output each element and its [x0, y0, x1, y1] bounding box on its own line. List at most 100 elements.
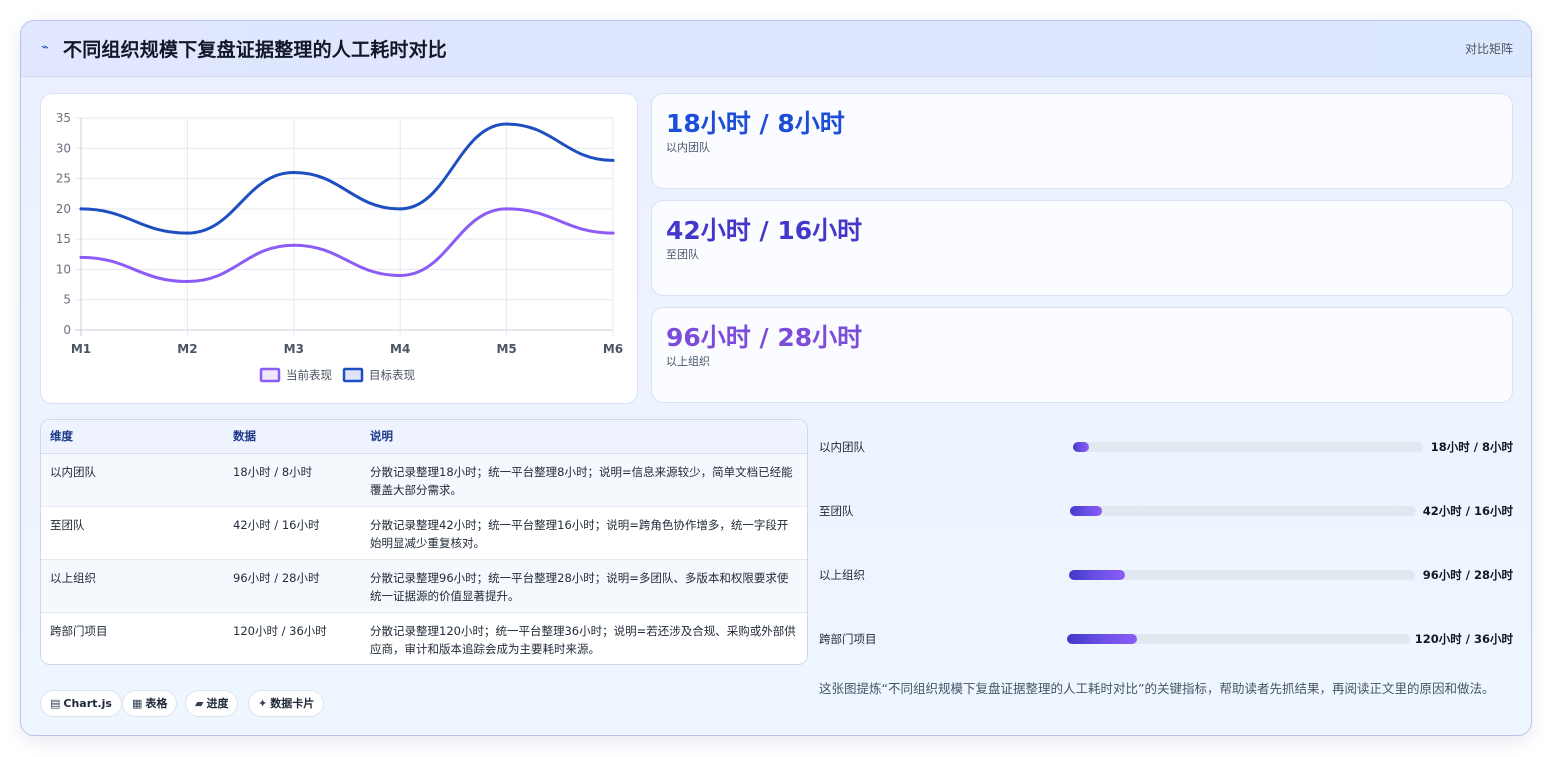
column-header-dimension: 维度	[41, 420, 224, 454]
progress-row: 以内团队 18小时 / 8小时	[819, 437, 1513, 457]
y-tick-label: 0	[63, 323, 71, 337]
y-tick-label: 30	[56, 141, 71, 155]
progress-track	[1067, 634, 1410, 644]
cell-data: 120小时 / 36小时	[224, 612, 361, 664]
y-tick-label: 15	[56, 232, 71, 246]
data-point	[611, 231, 615, 235]
line-chart-panel: 0 5 10 15 20 25 30 35 M1 M2 M3 M4 M5 M6 当前表现 目标表现	[40, 93, 638, 404]
series-line-current	[79, 207, 615, 284]
data-point	[292, 171, 296, 175]
progress-track	[1073, 442, 1423, 452]
cell-data: 96小时 / 28小时	[224, 559, 361, 613]
column-header-description: 说明	[361, 420, 807, 454]
kpi-label: 以上组织	[666, 355, 710, 368]
table-row: 以上组织 96小时 / 28小时 分散记录整理96小时；统一平台整理28小时；说…	[41, 559, 807, 613]
cell-description: 分散记录整理96小时；统一平台整理28小时；说明=多团队、多版本和权限要求使统一…	[361, 559, 807, 613]
table-header-row: 维度 数据 说明	[41, 420, 807, 454]
data-point	[185, 231, 189, 235]
progress-row: 跨部门项目 120小时 / 36小时	[819, 629, 1513, 649]
data-point	[398, 273, 402, 277]
x-tick-label: M1	[71, 342, 91, 356]
progress-value: 96小时 / 28小时	[1422, 568, 1513, 582]
table-icon: ▦	[132, 697, 143, 710]
summary-text: 这张图提炼“不同组织规模下复盘证据整理的人工耗时对比”的关键指标，帮助读者先抓结…	[819, 681, 1495, 696]
kpi-card-small-team: 18小时 / 8小时 以内团队	[651, 93, 1513, 189]
kpi-card-mid-team: 42小时 / 16小时 至团队	[651, 200, 1513, 296]
comparison-card: ⌁ 不同组织规模下复盘证据整理的人工耗时对比 对比矩阵 0 5 10 15 20 25 30…	[20, 20, 1532, 736]
table-row: 以内团队 18小时 / 8小时 分散记录整理18小时；统一平台整理8小时；说明=…	[41, 453, 807, 507]
cell-dimension: 以上组织	[41, 559, 224, 613]
kpi-label: 以内团队	[666, 141, 710, 154]
progress-fill	[1067, 634, 1137, 644]
progress-label: 跨部门项目	[819, 632, 877, 646]
card-title: 不同组织规模下复盘证据整理的人工耗时对比	[63, 39, 448, 61]
cell-dimension: 至团队	[41, 506, 224, 560]
x-tick-label: M3	[284, 342, 304, 356]
chip-label: Chart.js	[63, 697, 112, 710]
progress-track	[1069, 570, 1415, 580]
table-row: 至团队 42小时 / 16小时 分散记录整理42小时；统一平台整理16小时；说明…	[41, 506, 807, 560]
progress-row: 以上组织 96小时 / 28小时	[819, 565, 1513, 585]
kpi-card-large-org: 96小时 / 28小时 以上组织	[651, 307, 1513, 403]
pulse-icon: ⌁	[41, 40, 49, 55]
chart-icon: ▤	[50, 697, 61, 710]
cell-data: 18小时 / 8小时	[224, 453, 361, 507]
x-tick-label: M4	[390, 342, 410, 356]
cell-description: 分散记录整理120小时；统一平台整理36小时；说明=若还涉及合规、采购或外部供应…	[361, 612, 807, 664]
legend-swatch-current	[259, 367, 281, 383]
legend-label: 当前表现	[286, 368, 332, 382]
chip-data-card[interactable]: ✦ 数据卡片	[248, 690, 325, 717]
cell-dimension: 以内团队	[41, 453, 224, 507]
data-table: 维度 数据 说明 以内团队 18小时 / 8小时 分散记录整理18小时；统一平台…	[40, 419, 808, 665]
cell-description: 分散记录整理18小时；统一平台整理8小时；说明=信息来源较少，简单文档已经能覆盖…	[361, 453, 807, 507]
progress-label: 以上组织	[819, 568, 865, 582]
y-tick-label: 35	[56, 111, 71, 125]
chip-label: 表格	[145, 697, 168, 710]
matrix-badge: 对比矩阵	[1464, 42, 1513, 56]
sparkle-icon: ✦	[258, 697, 268, 710]
legend-label: 目标表现	[369, 368, 415, 382]
x-tick-label: M2	[177, 342, 197, 356]
data-point	[79, 255, 83, 259]
table-row: 跨部门项目 120小时 / 36小时 分散记录整理120小时；统一平台整理36小…	[41, 612, 807, 664]
chip-chartjs[interactable]: ▤ Chart.js	[40, 690, 122, 717]
progress-value: 120小时 / 36小时	[1414, 632, 1513, 646]
progress-fill	[1070, 506, 1102, 516]
progress-icon: ▰	[195, 697, 204, 710]
x-tick-label: M6	[603, 342, 623, 356]
chip-table[interactable]: ▦ 表格	[122, 690, 178, 717]
y-tick-label: 25	[56, 172, 71, 186]
kpi-value: 18小时 / 8小时	[666, 109, 845, 138]
chip-progress[interactable]: ▰ 进度	[185, 690, 239, 717]
card-header: ⌁ 不同组织规模下复盘证据整理的人工耗时对比 对比矩阵	[21, 21, 1531, 77]
progress-row: 至团队 42小时 / 16小时	[819, 501, 1513, 521]
progress-value: 18小时 / 8小时	[1430, 440, 1513, 454]
data-point	[505, 207, 509, 211]
legend-swatch-target	[342, 367, 364, 383]
progress-label: 以内团队	[819, 440, 865, 454]
y-tick-label: 5	[63, 293, 71, 307]
kpi-value: 42小时 / 16小时	[666, 216, 863, 245]
data-point	[79, 207, 83, 211]
kpi-label: 至团队	[666, 248, 699, 261]
progress-value: 42小时 / 16小时	[1422, 504, 1513, 518]
y-tick-label: 10	[56, 262, 71, 276]
x-tick-label: M5	[496, 342, 516, 356]
progress-fill	[1069, 570, 1126, 580]
progress-fill	[1073, 442, 1090, 452]
kpi-value: 96小时 / 28小时	[666, 323, 863, 352]
data-point	[292, 243, 296, 247]
line-chart: 0 5 10 15 20 25 30 35 M1 M2 M3 M4 M5 M6 当前表现 目标表现	[56, 111, 623, 383]
cell-dimension: 跨部门项目	[41, 612, 224, 664]
data-point	[505, 122, 509, 126]
chip-label: 进度	[206, 697, 229, 710]
cell-data: 42小时 / 16小时	[224, 506, 361, 560]
data-point	[611, 158, 615, 162]
cell-description: 分散记录整理42小时；统一平台整理16小时；说明=跨角色协作增多，统一字段开始明…	[361, 506, 807, 560]
data-point	[398, 207, 402, 211]
progress-track	[1070, 506, 1416, 516]
column-header-data: 数据	[224, 420, 361, 454]
chip-label: 数据卡片	[270, 697, 315, 710]
data-point	[185, 280, 189, 284]
y-tick-label: 20	[56, 202, 71, 216]
